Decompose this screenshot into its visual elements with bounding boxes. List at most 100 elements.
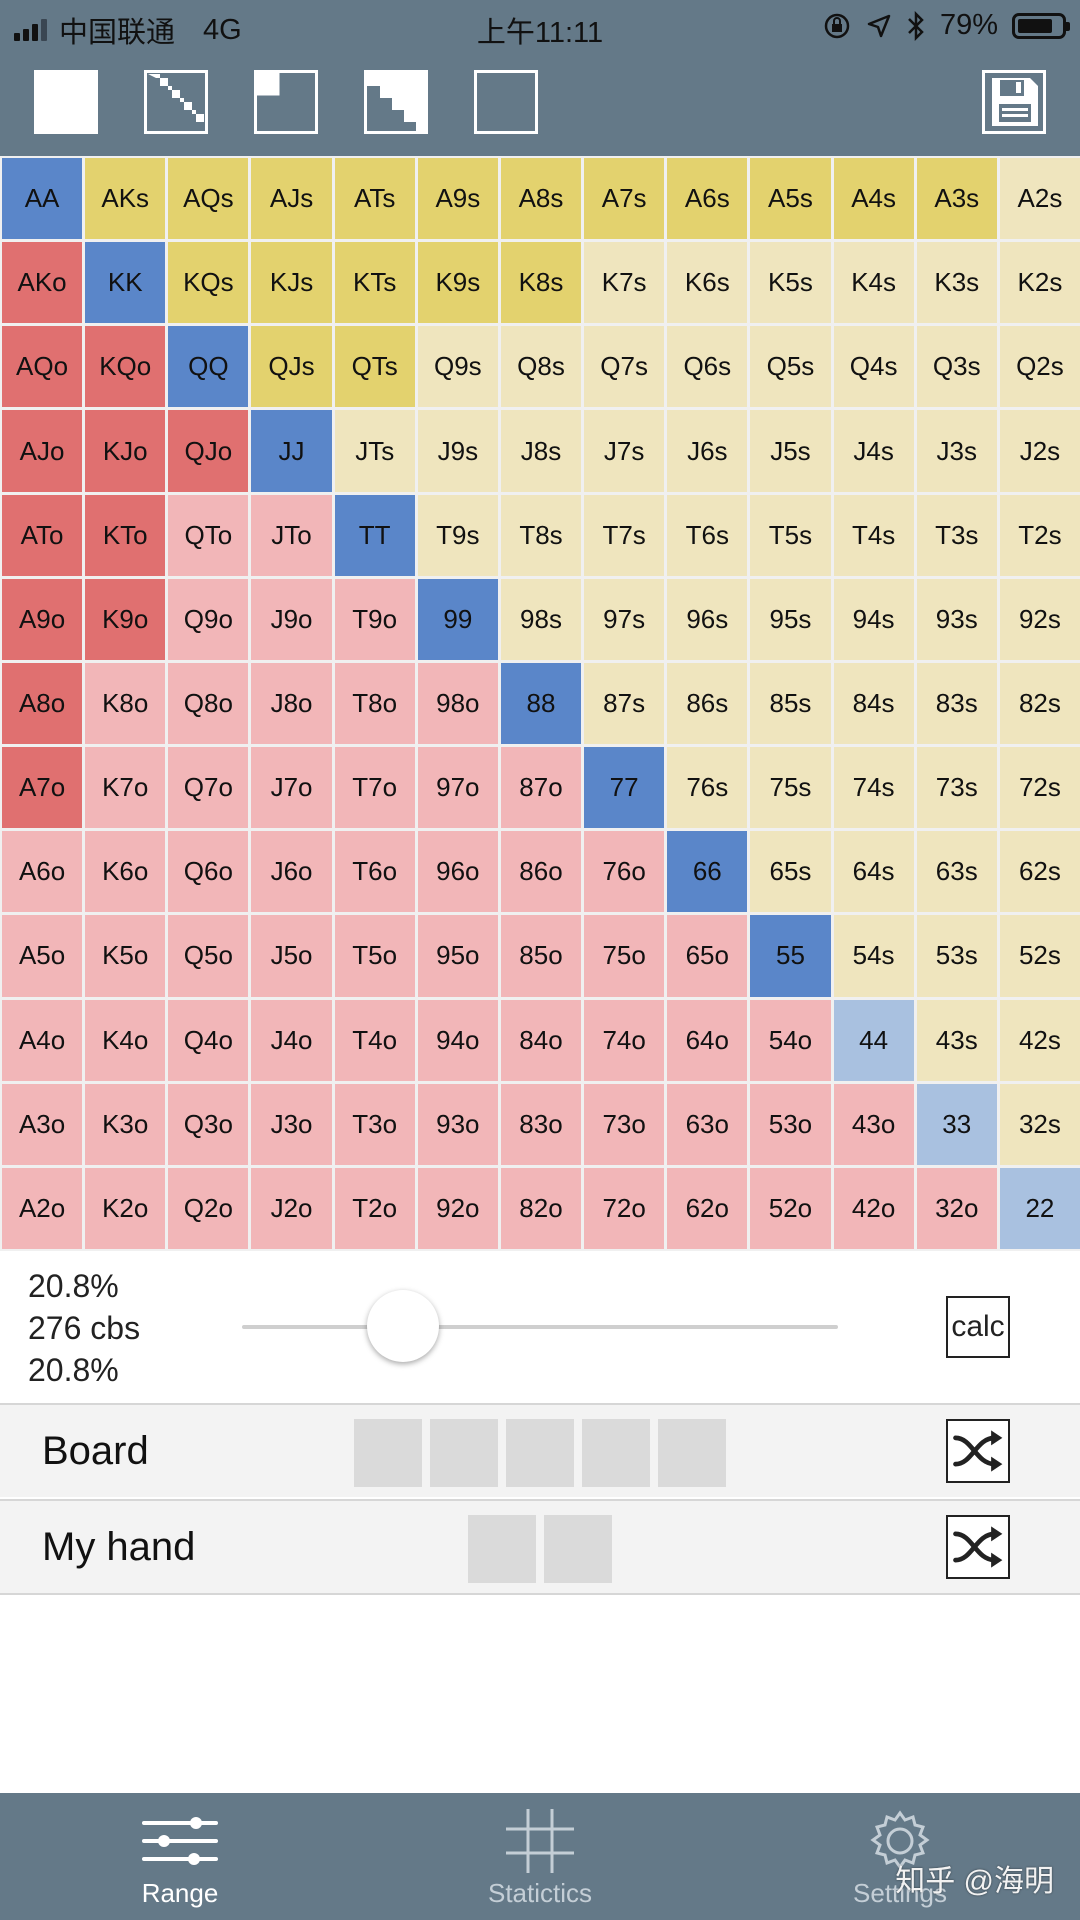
offsuit-cell-Q4o[interactable]: Q4o bbox=[168, 999, 249, 1081]
suited-cell-96s[interactable]: 96s bbox=[667, 578, 748, 660]
suited-cell-54s[interactable]: 54s bbox=[833, 915, 914, 997]
pair-cell-AA[interactable]: AA bbox=[2, 158, 83, 240]
offsuit-cell-86o[interactable]: 86o bbox=[500, 831, 582, 913]
offsuit-cell-A2o[interactable]: A2o bbox=[2, 1167, 83, 1249]
offsuit-cell-K6o[interactable]: K6o bbox=[85, 831, 166, 913]
offsuit-cell-T6o[interactable]: T6o bbox=[334, 831, 415, 913]
suited-cell-83s[interactable]: 83s bbox=[916, 662, 997, 745]
suited-cell-K8s[interactable]: K8s bbox=[500, 242, 582, 324]
suited-cell-94s[interactable]: 94s bbox=[833, 578, 914, 660]
suited-cell-53s[interactable]: 53s bbox=[916, 915, 997, 997]
suited-cell-85s[interactable]: 85s bbox=[750, 662, 831, 745]
suited-cell-KJs[interactable]: KJs bbox=[251, 242, 332, 324]
suited-cell-Q8s[interactable]: Q8s bbox=[500, 326, 582, 408]
clear-button[interactable] bbox=[474, 70, 538, 134]
save-button[interactable] bbox=[982, 70, 1046, 134]
range-slider-track[interactable] bbox=[242, 1325, 838, 1329]
offsuit-cell-JTo[interactable]: JTo bbox=[251, 494, 332, 576]
offsuit-cell-Q9o[interactable]: Q9o bbox=[168, 578, 249, 660]
diagonal-button[interactable] bbox=[144, 70, 208, 134]
suited-cell-AQs[interactable]: AQs bbox=[168, 158, 249, 240]
suited-cell-52s[interactable]: 52s bbox=[999, 915, 1080, 997]
offsuit-cell-K2o[interactable]: K2o bbox=[85, 1167, 166, 1249]
offsuit-cell-92o[interactable]: 92o bbox=[417, 1167, 498, 1249]
offsuit-cell-95o[interactable]: 95o bbox=[417, 915, 498, 997]
suited-cell-97s[interactable]: 97s bbox=[584, 578, 665, 660]
offsuit-cell-84o[interactable]: 84o bbox=[500, 999, 582, 1081]
suited-cell-AJs[interactable]: AJs bbox=[251, 158, 332, 240]
suited-cell-74s[interactable]: 74s bbox=[833, 747, 914, 829]
offsuit-cell-63o[interactable]: 63o bbox=[667, 1083, 748, 1165]
offsuit-cell-T3o[interactable]: T3o bbox=[334, 1083, 415, 1165]
suited-cell-76s[interactable]: 76s bbox=[667, 747, 748, 829]
offsuit-cell-QJo[interactable]: QJo bbox=[168, 410, 249, 492]
offsuit-cell-76o[interactable]: 76o bbox=[584, 831, 665, 913]
offsuit-cell-K4o[interactable]: K4o bbox=[85, 999, 166, 1081]
offsuit-cell-T8o[interactable]: T8o bbox=[334, 662, 415, 745]
offsuit-cell-T2o[interactable]: T2o bbox=[334, 1167, 415, 1249]
offsuit-cell-85o[interactable]: 85o bbox=[500, 915, 582, 997]
board-shuffle-button[interactable] bbox=[946, 1419, 1010, 1483]
suited-cell-K5s[interactable]: K5s bbox=[750, 242, 831, 324]
pair-cell-44[interactable]: 44 bbox=[833, 999, 914, 1081]
suited-cell-A8s[interactable]: A8s bbox=[500, 158, 582, 240]
offsuit-cell-94o[interactable]: 94o bbox=[417, 999, 498, 1081]
offsuit-cell-J5o[interactable]: J5o bbox=[251, 915, 332, 997]
offsuit-cell-K7o[interactable]: K7o bbox=[85, 747, 166, 829]
offsuit-cell-83o[interactable]: 83o bbox=[500, 1083, 582, 1165]
pair-cell-JJ[interactable]: JJ bbox=[251, 410, 332, 492]
offsuit-cell-Q3o[interactable]: Q3o bbox=[168, 1083, 249, 1165]
suited-cell-72s[interactable]: 72s bbox=[999, 747, 1080, 829]
corner-button[interactable] bbox=[254, 70, 318, 134]
offsuit-cell-J7o[interactable]: J7o bbox=[251, 747, 332, 829]
suited-cell-73s[interactable]: 73s bbox=[916, 747, 997, 829]
offsuit-cell-AKo[interactable]: AKo bbox=[2, 242, 83, 324]
offsuit-cell-97o[interactable]: 97o bbox=[417, 747, 498, 829]
suited-cell-ATs[interactable]: ATs bbox=[334, 158, 415, 240]
suited-cell-Q9s[interactable]: Q9s bbox=[417, 326, 498, 408]
suited-cell-QJs[interactable]: QJs bbox=[251, 326, 332, 408]
offsuit-cell-T9o[interactable]: T9o bbox=[334, 578, 415, 660]
offsuit-cell-KTo[interactable]: KTo bbox=[85, 494, 166, 576]
suited-cell-82s[interactable]: 82s bbox=[999, 662, 1080, 745]
suited-cell-AKs[interactable]: AKs bbox=[85, 158, 166, 240]
suited-cell-J2s[interactable]: J2s bbox=[999, 410, 1080, 492]
offsuit-cell-ATo[interactable]: ATo bbox=[2, 494, 83, 576]
suited-cell-K3s[interactable]: K3s bbox=[916, 242, 997, 324]
suited-cell-A5s[interactable]: A5s bbox=[750, 158, 831, 240]
pair-cell-66[interactable]: 66 bbox=[667, 831, 748, 913]
triangle-button[interactable] bbox=[364, 70, 428, 134]
range-slider-thumb[interactable] bbox=[366, 1290, 439, 1362]
offsuit-cell-72o[interactable]: 72o bbox=[584, 1167, 665, 1249]
offsuit-cell-A4o[interactable]: A4o bbox=[2, 999, 83, 1081]
offsuit-cell-K3o[interactable]: K3o bbox=[85, 1083, 166, 1165]
suited-cell-75s[interactable]: 75s bbox=[750, 747, 831, 829]
pair-cell-77[interactable]: 77 bbox=[584, 747, 665, 829]
offsuit-cell-74o[interactable]: 74o bbox=[584, 999, 665, 1081]
board-card-slot[interactable] bbox=[430, 1419, 498, 1487]
suited-cell-42s[interactable]: 42s bbox=[999, 999, 1080, 1081]
suited-cell-A7s[interactable]: A7s bbox=[584, 158, 665, 240]
offsuit-cell-Q7o[interactable]: Q7o bbox=[168, 747, 249, 829]
suited-cell-Q2s[interactable]: Q2s bbox=[999, 326, 1080, 408]
offsuit-cell-43o[interactable]: 43o bbox=[833, 1083, 914, 1165]
suited-cell-T9s[interactable]: T9s bbox=[417, 494, 498, 576]
pair-cell-33[interactable]: 33 bbox=[916, 1083, 997, 1165]
offsuit-cell-J6o[interactable]: J6o bbox=[251, 831, 332, 913]
suited-cell-K2s[interactable]: K2s bbox=[999, 242, 1080, 324]
suited-cell-J3s[interactable]: J3s bbox=[916, 410, 997, 492]
suited-cell-92s[interactable]: 92s bbox=[999, 578, 1080, 660]
suited-cell-Q4s[interactable]: Q4s bbox=[833, 326, 914, 408]
pair-cell-KK[interactable]: KK bbox=[85, 242, 166, 324]
suited-cell-A2s[interactable]: A2s bbox=[999, 158, 1080, 240]
hand-card-slot[interactable] bbox=[468, 1515, 536, 1583]
suited-cell-93s[interactable]: 93s bbox=[916, 578, 997, 660]
pair-cell-99[interactable]: 99 bbox=[417, 578, 498, 660]
offsuit-cell-54o[interactable]: 54o bbox=[750, 999, 831, 1081]
board-card-slot[interactable] bbox=[658, 1419, 726, 1487]
calc-button[interactable]: calc bbox=[946, 1296, 1010, 1358]
offsuit-cell-A5o[interactable]: A5o bbox=[2, 915, 83, 997]
suited-cell-KTs[interactable]: KTs bbox=[334, 242, 415, 324]
offsuit-cell-65o[interactable]: 65o bbox=[667, 915, 748, 997]
hand-card-slot[interactable] bbox=[544, 1515, 612, 1583]
